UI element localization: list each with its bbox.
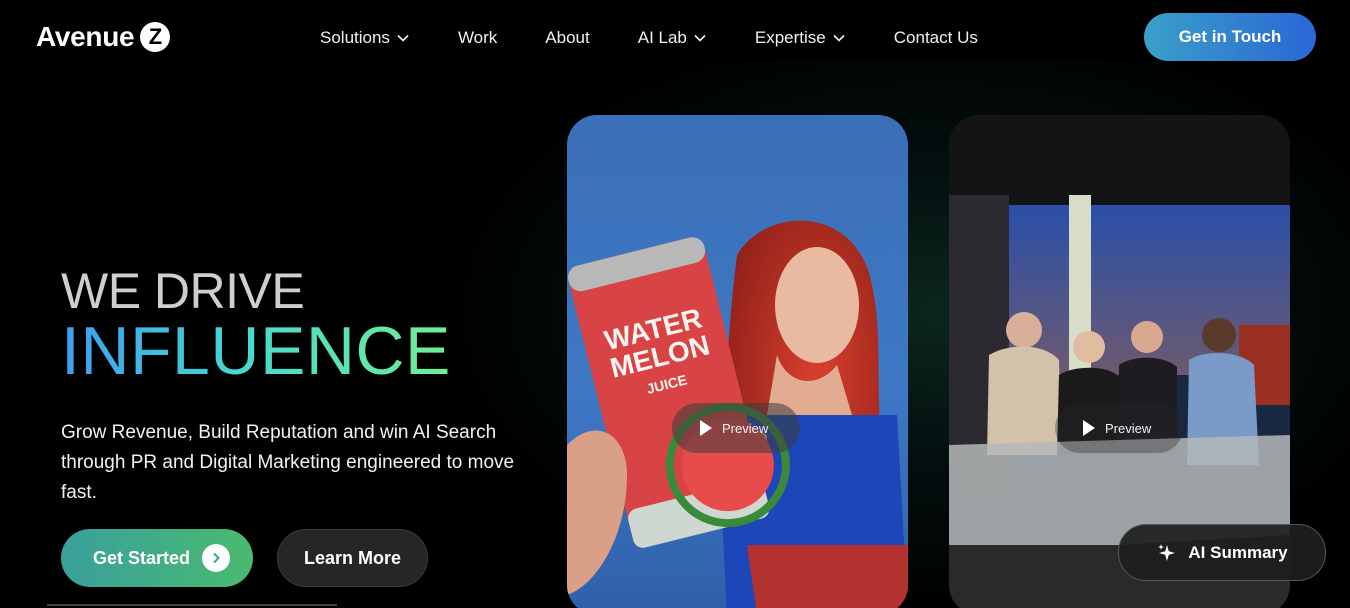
preview-button[interactable]: Preview [1055,403,1183,453]
nav-item-work[interactable]: Work [458,28,497,48]
arrow-right-icon [202,544,231,572]
ai-summary-label: AI Summary [1188,542,1288,562]
logo-badge: Z [140,22,171,52]
brand-logo[interactable]: Avenue Z [36,18,171,56]
main-nav: Solutions Work About AI Lab Expertise Co… [320,26,1026,50]
nav-label: Work [457,28,498,47]
get-started-button[interactable]: Get Started [61,529,253,587]
nav-label: Contact Us [893,28,978,47]
nav-label: Solutions [320,28,390,47]
logo-text: Avenue [36,21,135,52]
sparkle-icon [1158,543,1176,561]
play-icon [700,420,712,436]
nav-label: Expertise [754,28,826,47]
nav-label: AI Lab [637,28,687,47]
chevron-down-icon [397,34,409,42]
play-icon [1083,420,1095,436]
nav-label: About [545,28,590,47]
nav-item-expertise[interactable]: Expertise [755,28,846,48]
nav-item-solutions[interactable]: Solutions [320,28,410,48]
nav-item-contact-us[interactable]: Contact Us [894,28,978,48]
hero-heading-line2: INFLUENCE [61,313,451,389]
preview-label: Preview [1105,420,1152,436]
nav-item-ai-lab[interactable]: AI Lab [638,28,707,48]
preview-label: Preview [722,420,769,436]
divider [47,604,337,606]
ai-summary-button[interactable]: AI Summary [1118,524,1326,581]
video-card-drink[interactable]: WATER MELON JUICE Preview [567,115,908,608]
chevron-down-icon [694,34,706,42]
hero-heading-line1: WE DRIVE [61,263,305,319]
nav-item-about[interactable]: About [545,28,589,48]
get-in-touch-button[interactable]: Get in Touch [1144,13,1316,61]
learn-more-button[interactable]: Learn More [277,529,428,587]
get-started-label: Get Started [93,547,191,568]
hero-subtitle: Grow Revenue, Build Reputation and win A… [61,422,515,503]
chevron-down-icon [833,34,845,42]
preview-button[interactable]: Preview [672,403,800,453]
